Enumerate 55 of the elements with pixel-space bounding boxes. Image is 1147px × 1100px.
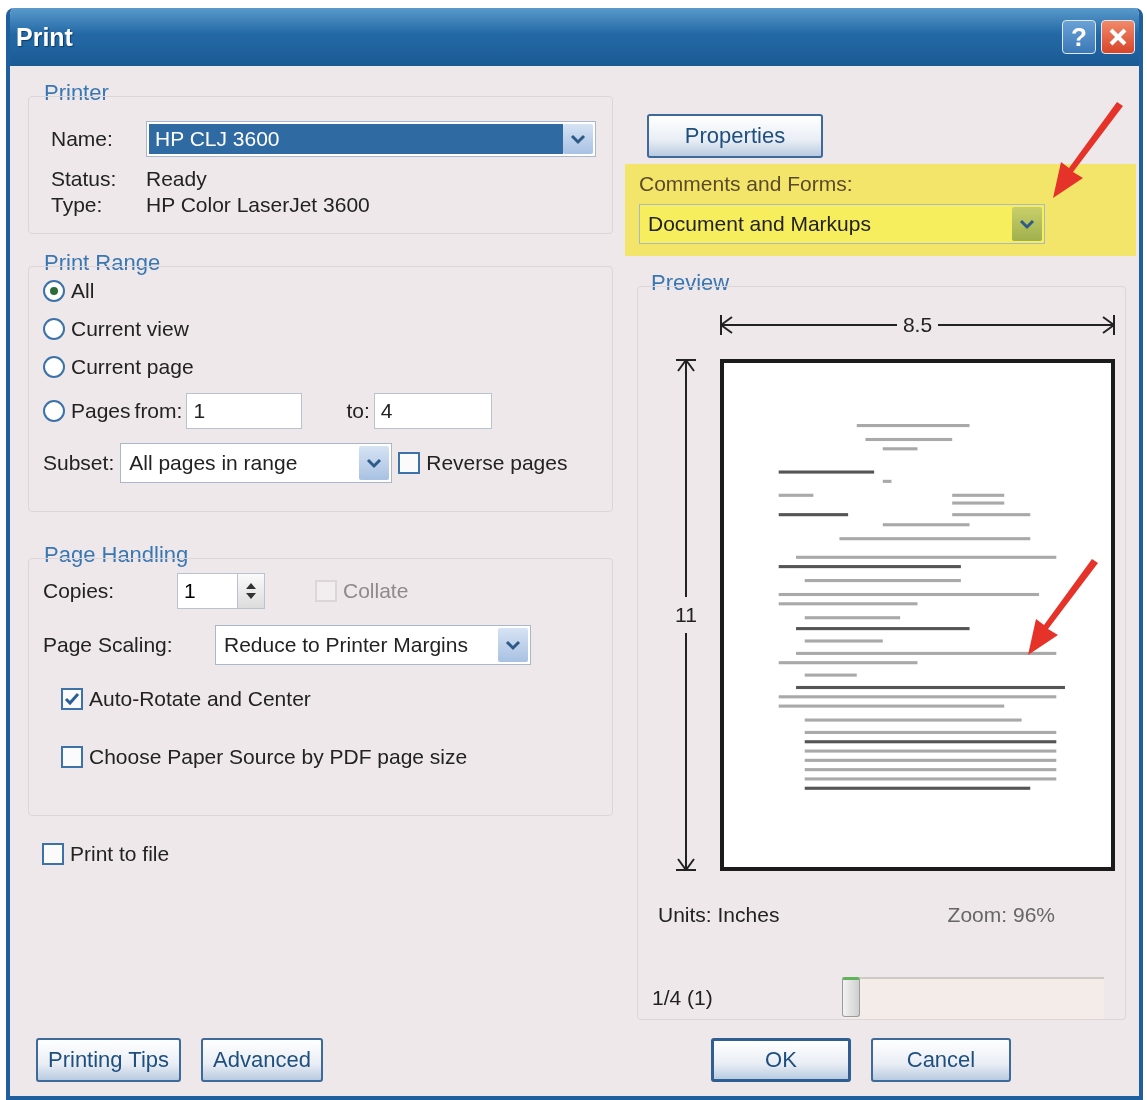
page-slider[interactable] [842, 977, 1104, 1019]
chevron-down-icon [505, 639, 521, 651]
spin-button[interactable] [237, 573, 265, 609]
page-indicator: 1/4 (1) [652, 986, 714, 1010]
field-label: Status: [51, 167, 118, 191]
window-title: Print [16, 22, 73, 52]
comments-dropdown[interactable]: Document and Markups [639, 204, 1045, 244]
option-checkbox[interactable]: Choose Paper Source by PDF page size [61, 745, 468, 769]
field-label: Type: [51, 193, 104, 217]
option-checkbox[interactable]: Auto-Rotate and Center [61, 687, 311, 711]
chevron-down-icon [570, 133, 586, 145]
radio-option[interactable]: Current view [43, 317, 189, 341]
to-page-field[interactable]: 4 [373, 393, 492, 429]
radio-option[interactable]: Current page [43, 355, 194, 379]
radio-button[interactable] [43, 280, 65, 302]
units-label: Units: Inches [658, 903, 780, 927]
field-label: Subset: [43, 451, 115, 475]
reverse-pages-checkbox[interactable]: Reverse pages [398, 451, 568, 475]
field-label: Page Scaling: [43, 633, 174, 657]
checkbox[interactable] [61, 688, 83, 710]
dialog-button[interactable]: Advanced [201, 1038, 323, 1082]
type-value: HP Color LaserJet 3600 [146, 193, 370, 217]
field-label: Copies: [43, 579, 116, 603]
page-scaling-dropdown[interactable]: Reduce to Printer Margins [215, 625, 531, 665]
close-icon [1108, 27, 1128, 47]
field-label: Name: [51, 127, 114, 151]
radio-button[interactable] [43, 400, 65, 422]
checkbox[interactable] [42, 843, 64, 865]
field-label: from: [134, 399, 183, 423]
subset-dropdown[interactable]: All pages in range [120, 443, 393, 483]
dialog-button[interactable]: Cancel [871, 1038, 1011, 1082]
checkbox[interactable] [61, 746, 83, 768]
copies-field[interactable]: 1 [177, 573, 237, 609]
printer-dropdown[interactable]: HP CLJ 3600 [146, 121, 596, 157]
checkmark-icon [64, 692, 80, 706]
dialog-button[interactable]: Printing Tips [36, 1038, 182, 1082]
checkbox[interactable] [398, 452, 421, 474]
zoom-label: Zoom: 96% [947, 903, 1055, 927]
status-value: Ready [146, 167, 207, 191]
height-label: 11 [675, 597, 697, 633]
print-to-file-checkbox[interactable]: Print to file [42, 842, 170, 866]
slider-thumb[interactable] [842, 977, 860, 1017]
radio-button[interactable] [43, 318, 65, 340]
field-label: Comments and Forms: [639, 172, 854, 196]
chevron-down-icon [366, 457, 383, 469]
close-button[interactable] [1101, 20, 1135, 54]
properties-button[interactable]: Properties [647, 114, 823, 158]
radio-button[interactable] [43, 356, 65, 378]
spinner-arrows-icon [244, 581, 258, 601]
chevron-down-icon [1019, 218, 1035, 230]
radio-option[interactable]: All [43, 279, 95, 303]
radio-option[interactable]: Pages [43, 399, 131, 423]
dialog-button[interactable]: OK [711, 1038, 851, 1082]
from-page-field[interactable]: 1 [186, 393, 303, 429]
field-label: to: [346, 399, 370, 423]
